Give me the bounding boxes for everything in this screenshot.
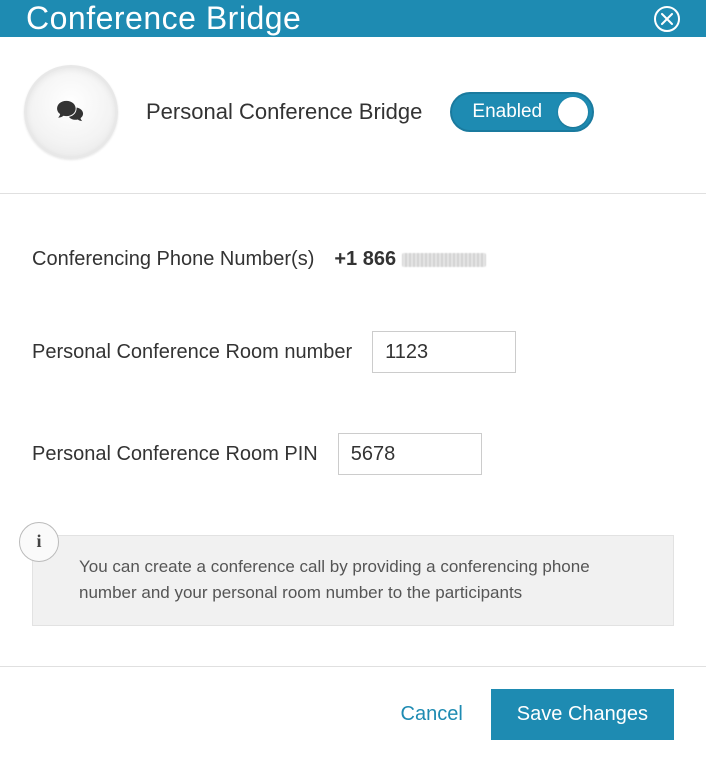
feature-name: Personal Conference Bridge <box>146 99 422 125</box>
toggle-label: Enabled <box>472 101 542 123</box>
phone-number-prefix: +1 866 <box>334 248 396 271</box>
feature-icon-circle <box>24 65 118 159</box>
room-number-label: Personal Conference Room number <box>32 341 352 364</box>
chat-bubbles-icon <box>56 99 86 125</box>
toggle-knob <box>558 97 588 127</box>
close-button[interactable] <box>654 6 680 32</box>
enabled-toggle[interactable]: Enabled <box>450 92 594 132</box>
room-pin-row: Personal Conference Room PIN <box>32 433 674 475</box>
dialog-title: Conference Bridge <box>26 0 301 37</box>
close-icon <box>661 13 673 25</box>
form-section: Conferencing Phone Number(s) +1 866 Pers… <box>0 194 706 666</box>
dialog-header: Conference Bridge <box>0 0 706 37</box>
info-box: i You can create a conference call by pr… <box>32 535 674 626</box>
room-pin-input[interactable] <box>338 433 482 475</box>
info-text: You can create a conference call by prov… <box>79 557 590 602</box>
room-number-input[interactable] <box>372 331 516 373</box>
feature-summary: Personal Conference Bridge Enabled <box>0 37 706 194</box>
phone-number-redacted <box>402 253 486 267</box>
phone-number-value: +1 866 <box>334 248 486 271</box>
conference-bridge-dialog: Conference Bridge Personal Conference Br… <box>0 0 706 760</box>
room-number-row: Personal Conference Room number <box>32 331 674 373</box>
room-pin-label: Personal Conference Room PIN <box>32 443 318 466</box>
cancel-button[interactable]: Cancel <box>401 703 463 726</box>
save-button[interactable]: Save Changes <box>491 689 674 740</box>
phone-number-row: Conferencing Phone Number(s) +1 866 <box>32 248 674 271</box>
phone-number-label: Conferencing Phone Number(s) <box>32 248 314 271</box>
info-icon: i <box>19 522 59 562</box>
dialog-footer: Cancel Save Changes <box>0 666 706 764</box>
